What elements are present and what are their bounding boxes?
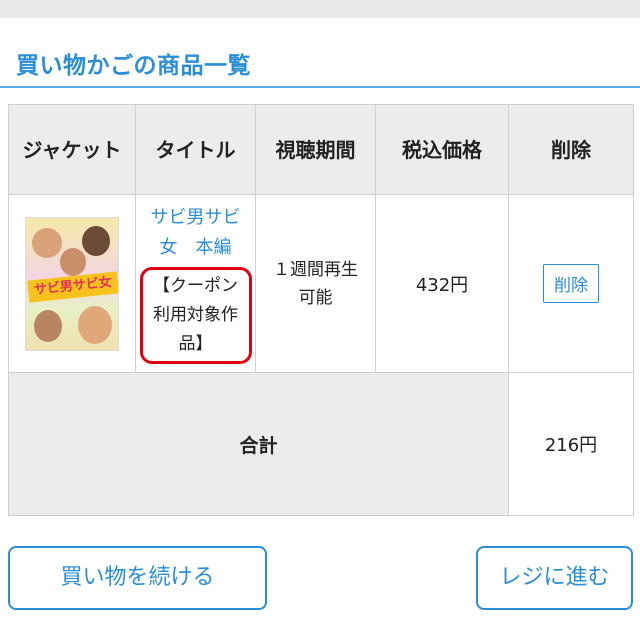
checkout-button[interactable]: レジに進む xyxy=(476,546,633,610)
page-title: 買い物かごの商品一覧 xyxy=(16,53,251,79)
total-row: 合計 216円 xyxy=(8,372,634,516)
jacket-image[interactable]: サビ男サビ女 xyxy=(25,216,119,351)
header-price: 税込価格 xyxy=(375,104,509,195)
item-price: 432円 xyxy=(415,274,469,296)
header-delete: 削除 xyxy=(508,104,634,195)
header-period: 視聴期間 xyxy=(255,104,376,195)
period-cell: １週間再生可能 xyxy=(255,194,376,373)
delete-cell: 削除 xyxy=(508,194,634,373)
continue-shopping-button[interactable]: 買い物を続ける xyxy=(8,546,267,610)
delete-button[interactable]: 削除 xyxy=(543,264,599,303)
jacket-logo: サビ男サビ女 xyxy=(27,270,118,303)
price-cell: 432円 xyxy=(375,194,509,373)
header-title: タイトル xyxy=(135,104,256,195)
total-label: 合計 xyxy=(8,372,509,516)
title-cell: サビ男サビ女 本編 【クーポン利用対象作品】 xyxy=(135,194,256,373)
top-bar xyxy=(0,0,640,18)
jacket-cell: サビ男サビ女 xyxy=(8,194,136,373)
viewing-period: １週間再生可能 xyxy=(273,259,358,308)
cart-item-row: サビ男サビ女 サビ男サビ女 本編 【クーポン利用対象作品】 １週間再生可能 43… xyxy=(8,194,634,373)
total-value: 216円 xyxy=(508,372,634,516)
page-header: 買い物かごの商品一覧 xyxy=(0,18,640,88)
header-divider xyxy=(0,86,640,88)
item-title-link[interactable]: サビ男サビ女 本編 xyxy=(136,203,255,263)
cart-table: ジャケット タイトル 視聴期間 税込価格 削除 サビ男サビ女 サビ男サビ女 本編 xyxy=(8,104,634,516)
coupon-badge: 【クーポン利用対象作品】 xyxy=(139,267,252,364)
header-jacket: ジャケット xyxy=(8,104,136,195)
cart-table-header-row: ジャケット タイトル 視聴期間 税込価格 削除 xyxy=(8,104,634,195)
